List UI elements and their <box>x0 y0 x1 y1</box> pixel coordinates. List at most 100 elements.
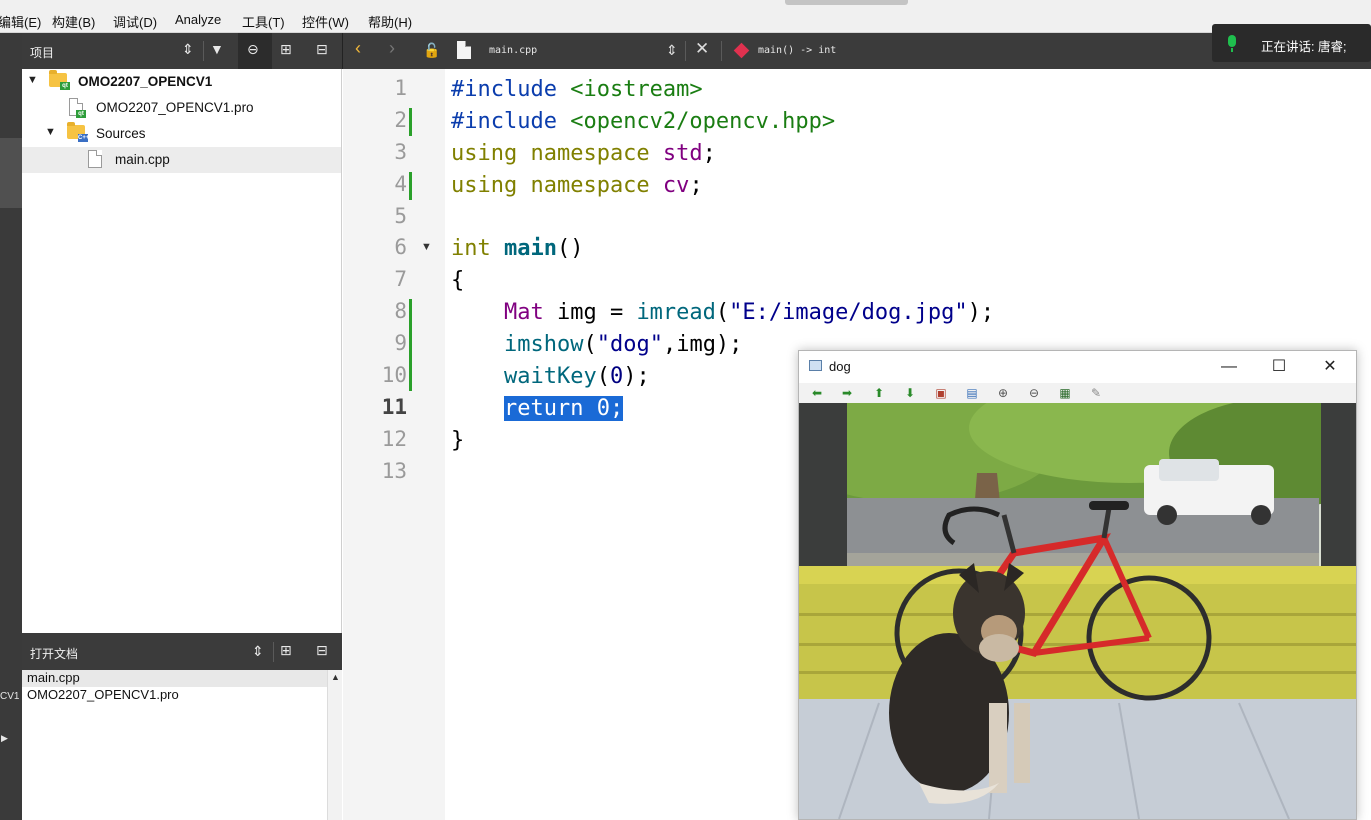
project-panel-header: 项目 ⇕ ▼ ⊖ ⊞ ⊟ <box>22 33 342 69</box>
selected-text: return 0; <box>503 396 624 421</box>
close-button[interactable]: ✕ <box>1310 355 1350 379</box>
close-panel-icon[interactable]: ⊟ <box>316 41 328 58</box>
lock-icon[interactable]: 🔓 <box>423 42 440 59</box>
main-cpp-name: main.cpp <box>115 152 170 167</box>
menu-controls[interactable]: 控件(W) <box>302 12 349 31</box>
code-line-selected: return 0; <box>451 394 624 424</box>
current-file-name[interactable]: main.cpp <box>489 45 537 56</box>
menu-edit[interactable]: 编辑(E) <box>0 12 41 31</box>
code-line: int main() <box>451 236 584 261</box>
window-app-icon <box>809 360 822 371</box>
line-number: 4 <box>394 172 407 196</box>
line-number: 6 <box>394 235 407 259</box>
tree-item-pro-file[interactable]: qt OMO2207_OPENCV1.pro <box>22 95 341 121</box>
speaking-text: 正在讲话: 唐睿; <box>1261 40 1347 54</box>
line-number-gutter: 1 2 3 4 5 6 7 8 9 10 11 12 13 ▼ <box>343 69 445 820</box>
arrow-up-icon[interactable]: ⬆ <box>871 385 887 401</box>
open-documents-title[interactable]: 打开文档 <box>30 645 78 662</box>
menu-analyze[interactable]: Analyze <box>175 12 221 27</box>
scroll-up-icon[interactable]: ▲ <box>331 672 340 682</box>
tree-item-project[interactable]: ▼ qt OMO2207_OPENCV1 <box>22 69 341 95</box>
expand-arrow-icon[interactable]: ▼ <box>27 74 38 86</box>
filter-icon[interactable]: ▼ <box>210 41 224 57</box>
forward-arrow-icon[interactable]: › <box>389 38 395 59</box>
image-icon[interactable]: ▣ <box>933 385 949 401</box>
current-symbol[interactable]: main() -> int <box>758 45 836 56</box>
expand-arrow-icon[interactable]: ▼ <box>45 126 56 138</box>
split-icon[interactable]: ⊞ <box>280 642 292 659</box>
line-number: 7 <box>394 267 407 291</box>
open-document-item[interactable]: OMO2207_OPENCV1.pro <box>22 687 327 704</box>
project-folder-icon: qt <box>49 70 70 90</box>
link-icon: ⊖ <box>247 41 259 57</box>
code-line: waitKey(0); <box>503 364 650 389</box>
panel-selector-arrows-icon[interactable]: ⇕ <box>182 41 194 58</box>
function-symbol-icon <box>733 42 750 59</box>
code-line: #include <opencv2/opencv.hpp> <box>451 109 836 134</box>
change-marker <box>409 108 412 136</box>
code-line: imshow("dog",img); <box>503 332 743 357</box>
mode-selector: CV1 ▶ <box>0 33 22 820</box>
minimize-button[interactable]: — <box>1209 355 1249 379</box>
sync-link-button[interactable]: ⊖ <box>238 33 272 69</box>
back-arrow-icon[interactable]: ‹ <box>355 38 361 59</box>
document-icon <box>457 41 471 59</box>
close-document-icon[interactable]: ✕ <box>695 39 709 59</box>
line-number: 3 <box>394 140 407 164</box>
change-marker <box>409 299 412 391</box>
code-line: using namespace cv; <box>451 173 703 198</box>
mode-edit-active[interactable] <box>0 138 22 208</box>
pro-file-name: OMO2207_OPENCV1.pro <box>96 100 254 115</box>
tree-item-sources[interactable]: ▼ C++ Sources <box>22 121 341 147</box>
project-name: OMO2207_OPENCV1 <box>78 74 213 89</box>
save-icon[interactable]: ▦ <box>1057 385 1073 401</box>
code-line: #include <iostream> <box>451 77 703 102</box>
menu-build[interactable]: 构建(B) <box>52 12 95 31</box>
line-number: 12 <box>381 427 407 451</box>
dog-photo[interactable] <box>799 403 1356 819</box>
image-window-titlebar[interactable]: dog — ☐ ✕ <box>799 351 1356 383</box>
line-number: 10 <box>381 363 407 387</box>
save-image-icon[interactable]: ▤ <box>964 385 980 401</box>
pro-file-icon: qt <box>69 98 86 118</box>
line-number: 1 <box>394 76 407 100</box>
fold-arrow-icon[interactable]: ▼ <box>421 241 432 253</box>
open-document-item[interactable]: main.cpp <box>22 670 327 687</box>
image-window: dog — ☐ ✕ ⬅ ➡ ⬆ ⬇ ▣ ▤ ⊕ ⊖ ▦ ✎ <box>798 350 1357 820</box>
scrollbar[interactable]: ▲ <box>327 670 342 820</box>
arrow-right-icon[interactable]: ➡ <box>839 385 855 401</box>
menu-tools[interactable]: 工具(T) <box>242 12 285 31</box>
menu-bar: 编辑(E) 构建(B) 调试(D) Analyze 工具(T) 控件(W) 帮助… <box>0 0 1371 33</box>
change-marker <box>409 172 412 200</box>
zoom-in-icon[interactable]: ⊕ <box>995 385 1011 401</box>
properties-icon[interactable]: ✎ <box>1088 385 1104 401</box>
menu-debug[interactable]: 调试(D) <box>113 12 157 31</box>
mode-project-label[interactable]: CV1 <box>0 691 19 702</box>
code-line: Mat img = imread("E:/image/dog.jpg"); <box>451 300 995 325</box>
dog-photo-illustration <box>799 403 1356 819</box>
arrow-left-icon[interactable]: ⬅ <box>809 385 825 401</box>
code-line: using namespace std; <box>451 141 716 166</box>
file-selector-arrows-icon[interactable]: ⇕ <box>666 42 678 59</box>
menu-help[interactable]: 帮助(H) <box>368 12 412 31</box>
image-window-title: dog <box>829 359 851 374</box>
zoom-out-icon[interactable]: ⊖ <box>1026 385 1042 401</box>
line-number: 2 <box>394 108 407 132</box>
split-icon[interactable]: ⊞ <box>280 41 292 58</box>
arrow-down-icon[interactable]: ⬇ <box>902 385 918 401</box>
sources-folder-icon: C++ <box>67 122 89 142</box>
image-toolbar: ⬅ ➡ ⬆ ⬇ ▣ ▤ ⊕ ⊖ ▦ ✎ <box>799 383 1356 403</box>
tree-item-main-cpp[interactable]: main.cpp <box>22 147 341 173</box>
project-panel-title[interactable]: 项目 <box>30 44 54 61</box>
close-panel-icon[interactable]: ⊟ <box>316 642 328 659</box>
mode-run-arrow-icon[interactable]: ▶ <box>1 733 8 744</box>
line-number: 5 <box>394 204 407 228</box>
panel-selector-arrows-icon[interactable]: ⇕ <box>252 643 264 660</box>
line-number: 8 <box>394 299 407 323</box>
maximize-button[interactable]: ☐ <box>1259 355 1299 379</box>
line-number: 13 <box>381 459 407 483</box>
taskbar-tab-indicator <box>785 0 908 5</box>
open-documents-list: main.cpp OMO2207_OPENCV1.pro ▲ <box>22 670 342 820</box>
project-tree: ▼ qt OMO2207_OPENCV1 qt OMO2207_OPENCV1.… <box>22 69 342 633</box>
sources-folder-name: Sources <box>96 126 146 141</box>
